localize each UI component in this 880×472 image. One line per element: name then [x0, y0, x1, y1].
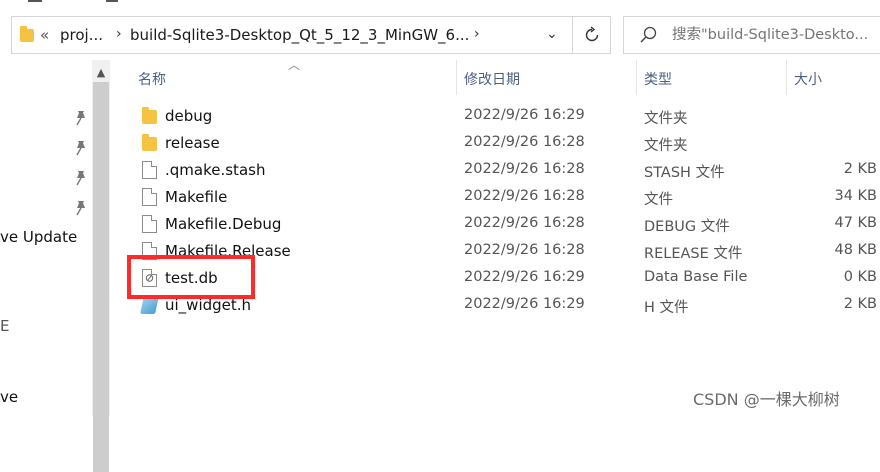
address-bar[interactable]: « proj... › build-Sqlite3-Desktop_Qt_5_1…	[11, 16, 573, 54]
breadcrumb-item-current[interactable]: build-Sqlite3-Desktop_Qt_5_12_3_MinGW_6.…	[130, 26, 469, 44]
file-date: 2022/9/26 16:29	[464, 269, 585, 285]
file-date: 2022/9/26 16:29	[464, 107, 585, 123]
file-size: 47 KB	[834, 215, 877, 231]
file-type: RELEASE 文件	[644, 246, 743, 262]
file-name[interactable]: .qmake.stash	[165, 161, 265, 179]
breadcrumb-overflow-chevron[interactable]: «	[40, 26, 49, 44]
column-header-size[interactable]: 大小	[794, 69, 822, 89]
file-row[interactable]: Makefile 2022/9/26 16:28 文件 34 KB	[136, 184, 880, 211]
file-type: 文件	[644, 192, 673, 208]
file-icon	[142, 161, 157, 179]
folder-icon	[142, 134, 157, 151]
file-icon	[142, 188, 157, 206]
file-row[interactable]: .qmake.stash 2022/9/26 16:28 STASH 文件 2 …	[136, 157, 880, 184]
file-size: 48 KB	[834, 242, 877, 258]
file-name[interactable]: Makefile.Debug	[165, 215, 281, 233]
file-date: 2022/9/26 16:29	[464, 296, 585, 312]
scroll-up-arrow-icon[interactable]: ▲	[92, 66, 110, 80]
file-type: 文件夹	[644, 111, 688, 127]
file-icon	[142, 215, 157, 233]
file-row[interactable]: Makefile.Debug 2022/9/26 16:28 DEBUG 文件 …	[136, 211, 880, 238]
pin-icon[interactable]	[74, 110, 88, 126]
file-name[interactable]: Makefile	[165, 188, 227, 206]
window-top-strip	[0, 0, 880, 8]
file-date: 2022/9/26 16:28	[464, 134, 585, 150]
file-type: DEBUG 文件	[644, 219, 730, 235]
column-divider[interactable]	[636, 60, 637, 95]
folder-icon	[20, 26, 34, 42]
nav-scrollbar[interactable]: ▲	[92, 60, 110, 472]
breadcrumb-separator[interactable]: ›	[474, 26, 480, 42]
folder-icon	[142, 107, 157, 124]
file-size: 2 KB	[843, 296, 877, 312]
pin-icon[interactable]	[74, 170, 88, 186]
column-divider[interactable]	[456, 60, 457, 95]
refresh-icon	[585, 26, 598, 42]
file-type: H 文件	[644, 300, 689, 316]
file-row[interactable]: release 2022/9/26 16:28 文件夹	[136, 130, 880, 157]
file-size: 2 KB	[843, 161, 877, 177]
file-type: 文件夹	[644, 138, 688, 154]
column-divider[interactable]	[786, 60, 787, 95]
sort-ascending-icon: ︿	[288, 58, 301, 72]
search-box[interactable]	[623, 16, 880, 54]
scrollbar-thumb[interactable]	[93, 82, 109, 472]
file-type: STASH 文件	[644, 165, 725, 181]
nav-item[interactable]: ve	[0, 388, 18, 406]
file-date: 2022/9/26 16:28	[464, 215, 585, 231]
column-header-type[interactable]: 类型	[644, 69, 672, 89]
file-type: Data Base File	[644, 269, 748, 285]
watermark: CSDN @一棵大柳树	[693, 390, 840, 409]
file-date: 2022/9/26 16:28	[464, 161, 585, 177]
highlight-box	[127, 255, 255, 299]
breadcrumb-item[interactable]: proj...	[60, 26, 103, 44]
pin-icon[interactable]	[74, 200, 88, 216]
navigation-pane: ve Update E ve	[0, 60, 92, 416]
address-dropdown-button[interactable]: ⌄	[546, 26, 558, 42]
file-name[interactable]: debug	[165, 107, 212, 125]
file-date: 2022/9/26 16:28	[464, 242, 585, 258]
file-size: 0 KB	[843, 269, 877, 285]
nav-item[interactable]: E	[0, 317, 9, 335]
file-size: 34 KB	[834, 188, 877, 204]
file-name[interactable]: release	[165, 134, 220, 152]
search-icon	[640, 26, 657, 43]
breadcrumb-separator[interactable]: ›	[116, 26, 122, 42]
search-input[interactable]	[672, 23, 877, 47]
nav-item[interactable]: ve Update	[0, 228, 77, 246]
file-row[interactable]: debug 2022/9/26 16:29 文件夹	[136, 103, 880, 130]
refresh-button[interactable]	[573, 16, 611, 54]
pin-icon[interactable]	[74, 140, 88, 156]
column-header-date[interactable]: 修改日期	[464, 69, 520, 89]
file-date: 2022/9/26 16:28	[464, 188, 585, 204]
column-header-name[interactable]: 名称	[138, 69, 166, 89]
